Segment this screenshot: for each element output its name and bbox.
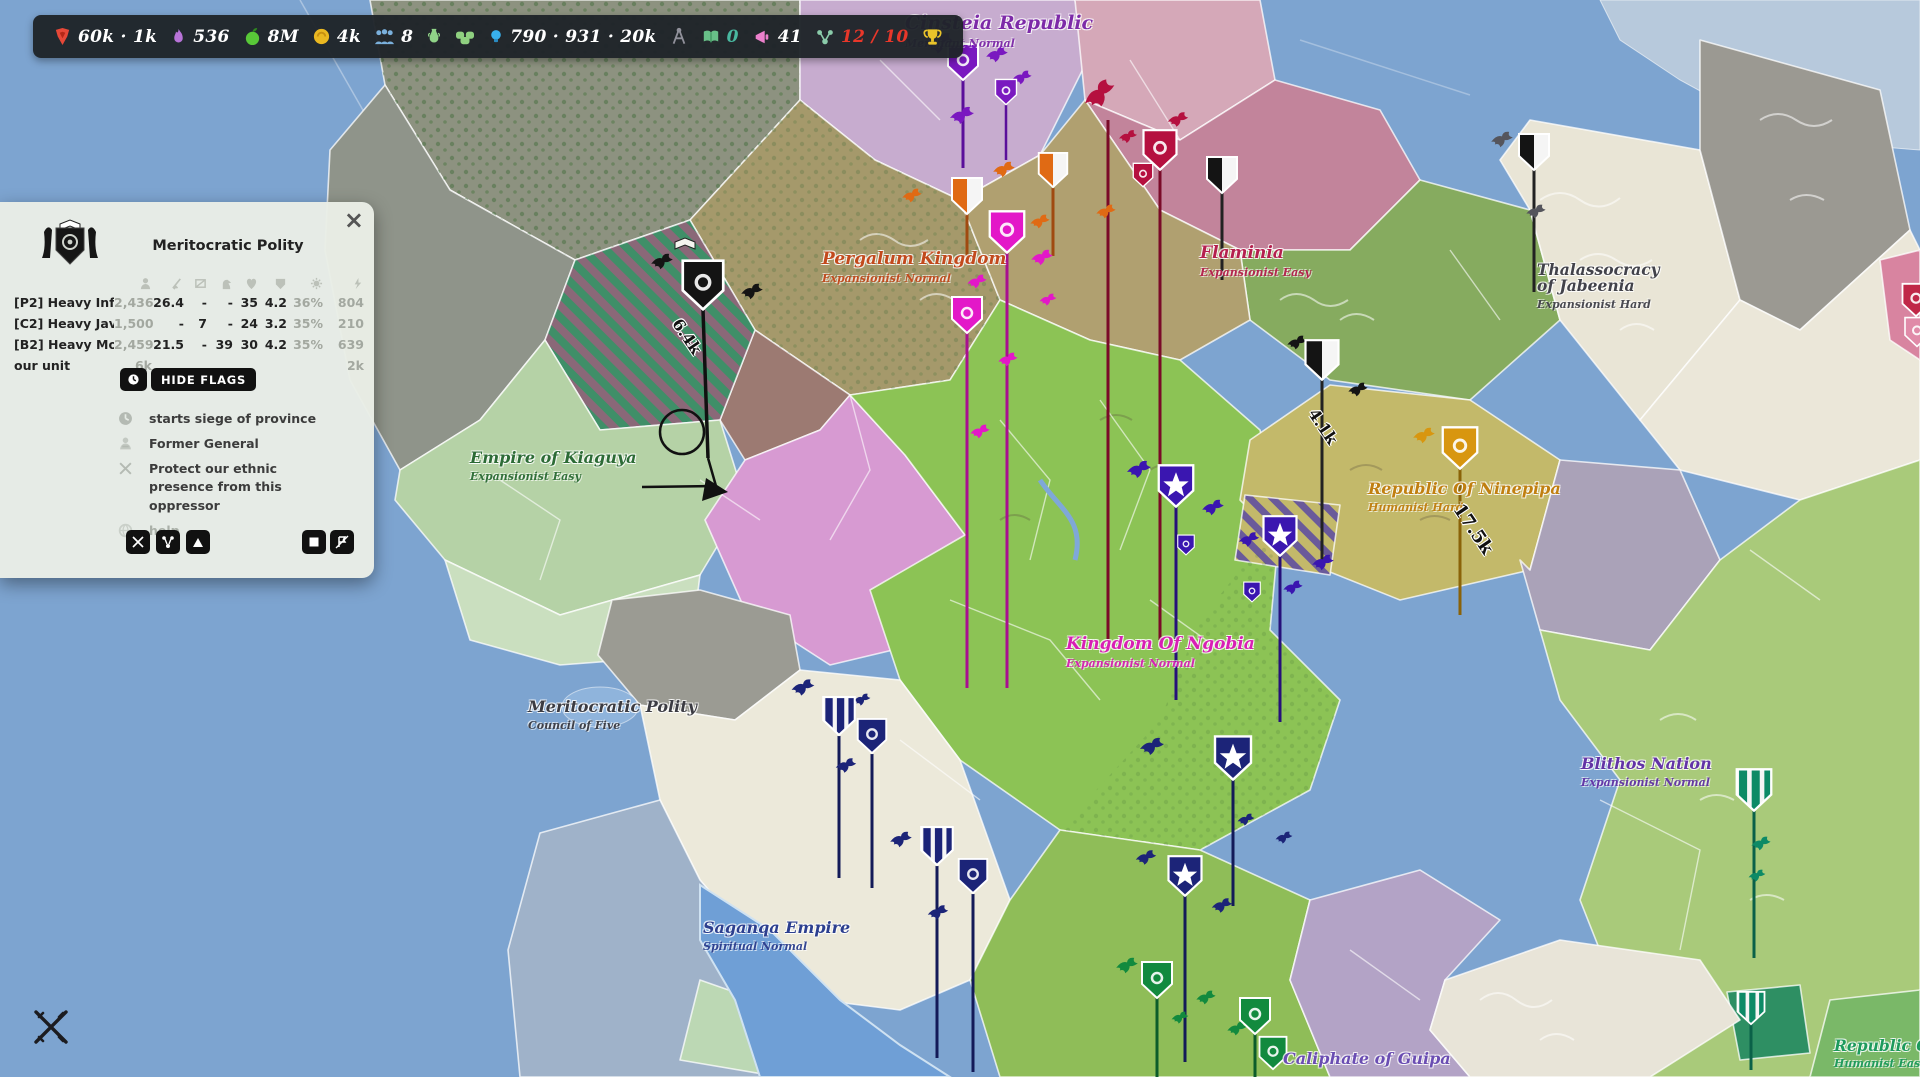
crest-supporter-left	[42, 227, 52, 258]
unit-row[interactable]: [C2] Heavy Jave... 1,500- 7- 243.2 35%21…	[14, 313, 364, 334]
top-resource-bar: 60k · 1k 536 8M 4k 8 790 · 931 · 20k 0 4…	[33, 15, 963, 58]
unit-panel: × Meritocratic Polity [P2] Heavy Infa...…	[0, 202, 374, 578]
morale-icon	[310, 277, 323, 290]
ledger-stat[interactable]: 0	[701, 27, 739, 47]
gold-stat[interactable]: 4k	[312, 27, 361, 47]
compass-icon	[670, 27, 688, 46]
attack-button[interactable]	[126, 530, 150, 554]
ranged-icon	[194, 277, 207, 290]
unit-row[interactable]: [P2] Heavy Infa... 2,43626.4 -- 354.2 36…	[14, 292, 364, 313]
mountain-icon	[191, 535, 205, 549]
armor-icon	[274, 277, 287, 290]
legend-row-siege: starts siege of province	[118, 410, 358, 428]
network-icon	[161, 535, 175, 549]
clock-icon	[127, 373, 140, 386]
split-army-button[interactable]	[156, 530, 180, 554]
siege-clock-icon	[118, 411, 133, 426]
mana-stat[interactable]: 536	[170, 27, 229, 47]
victory-stat[interactable]	[922, 27, 943, 47]
close-icon[interactable]: ×	[344, 208, 364, 232]
no-flag-button[interactable]	[330, 530, 354, 554]
agents-network-icon	[815, 28, 835, 46]
crest-supporter-right	[88, 227, 98, 258]
army-banner-icon	[53, 27, 72, 46]
soldiers-icon	[139, 277, 152, 290]
population-stat[interactable]: 8	[374, 27, 413, 47]
hide-flags-button[interactable]: HIDE FLAGS	[151, 368, 256, 391]
general-icon	[118, 436, 133, 451]
food-apple-icon	[243, 27, 262, 46]
food-stat[interactable]: 8M	[243, 27, 299, 47]
military-stat[interactable]: 60k · 1k	[53, 27, 157, 47]
amphora-icon	[426, 27, 442, 46]
unit-table-header	[14, 274, 364, 292]
construction-stat[interactable]	[670, 27, 688, 46]
panel-legend: starts siege of province Former General …	[118, 410, 358, 547]
supply-icon	[351, 277, 364, 290]
innovation-bulb-icon	[488, 27, 504, 46]
terrain-button[interactable]	[186, 530, 210, 554]
flame-icon	[170, 27, 187, 46]
legend-row-general: Former General	[118, 435, 358, 453]
crossed-swords-icon	[131, 535, 145, 549]
legend-row-protect: Protect our ethnic presence from this op…	[118, 460, 358, 514]
stop-button[interactable]	[302, 530, 326, 554]
culture-stat[interactable]	[455, 28, 475, 46]
cross-icon	[118, 461, 133, 476]
panel-title: Meritocratic Polity	[108, 238, 348, 254]
unit-table: [P2] Heavy Infa... 2,43626.4 -- 354.2 36…	[14, 274, 364, 376]
combat-cursor-icon	[30, 1006, 72, 1048]
fame-stat[interactable]: 41	[752, 27, 802, 47]
culture-mask-icon	[455, 28, 475, 46]
stop-square-icon	[307, 535, 321, 549]
innovation-stat[interactable]: 790 · 931 · 20k	[488, 27, 656, 47]
health-icon	[245, 277, 258, 290]
sword-icon	[171, 277, 184, 290]
megaphone-icon	[752, 28, 772, 46]
nation-coat-of-arms	[32, 218, 108, 270]
trophy-icon	[922, 27, 943, 47]
gold-coin-icon	[312, 27, 331, 46]
amphora-stat[interactable]	[426, 27, 442, 46]
population-icon	[374, 27, 395, 46]
ledger-book-icon	[701, 28, 721, 46]
lake	[562, 687, 638, 727]
flag-crossed-icon	[335, 535, 349, 549]
siege-timer-button[interactable]	[120, 368, 147, 391]
unit-row[interactable]: [B2] Heavy Mou... 2,45921.5 -39 304.2 35…	[14, 334, 364, 355]
agents-stat[interactable]: 12 / 10	[815, 27, 908, 47]
cavalry-icon	[220, 277, 233, 290]
